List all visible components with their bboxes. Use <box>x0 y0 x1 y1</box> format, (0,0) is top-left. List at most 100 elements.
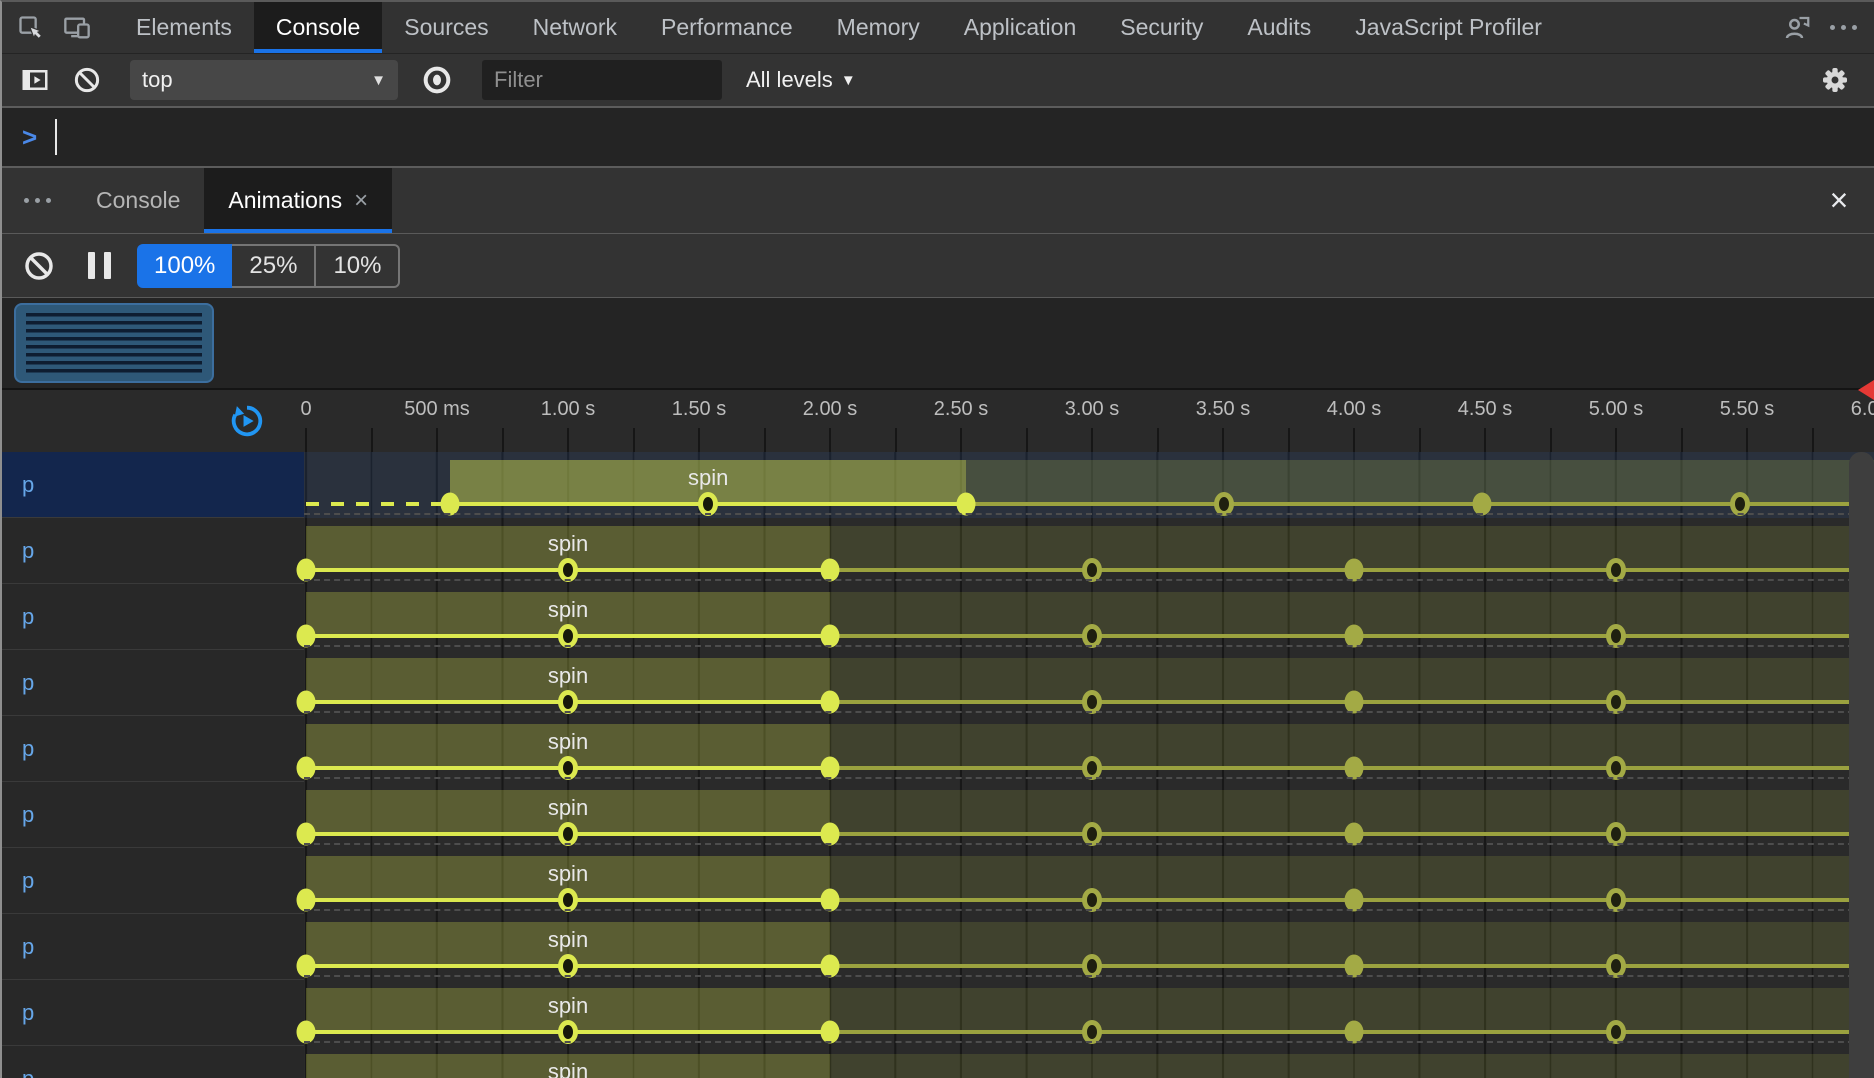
console-sidebar-toggle-icon[interactable] <box>12 65 58 95</box>
animation-row[interactable]: p spin <box>2 716 1874 782</box>
animation-row[interactable]: p spin <box>2 782 1874 848</box>
row-separator <box>304 711 1874 713</box>
tab-security[interactable]: Security <box>1098 2 1225 53</box>
row-separator <box>304 975 1874 977</box>
row-separator <box>304 777 1874 779</box>
playback-rate-100-[interactable]: 100% <box>137 244 232 288</box>
pause-all-animations-button[interactable] <box>88 252 111 279</box>
animation-name: spin <box>548 993 588 1019</box>
ruler-label: 3.50 s <box>1196 398 1250 421</box>
tab-elements[interactable]: Elements <box>114 2 254 53</box>
animation-track[interactable]: spin <box>304 848 1874 914</box>
levels-label: All levels <box>746 67 833 93</box>
tab-label: Network <box>533 14 617 41</box>
live-expression-eye-icon[interactable] <box>414 64 460 96</box>
animation-row[interactable]: p spin <box>2 980 1874 1046</box>
animation-row[interactable]: p spin <box>2 848 1874 914</box>
animation-track[interactable]: spin <box>304 650 1874 716</box>
drawer-tabs: Console Animations × <box>72 168 392 233</box>
animation-track[interactable]: spin <box>304 452 1874 518</box>
animation-node-label[interactable]: p <box>2 650 304 716</box>
drawer-tab-animations[interactable]: Animations × <box>204 168 392 233</box>
animation-group-preview[interactable] <box>14 303 214 383</box>
animation-name: spin <box>548 729 588 755</box>
row-separator <box>304 909 1874 911</box>
node-name: p <box>22 934 34 960</box>
animation-track[interactable]: spin <box>304 716 1874 782</box>
tab-performance[interactable]: Performance <box>639 2 815 53</box>
animation-node-label[interactable]: p <box>2 914 304 980</box>
drawer-more-tabs-icon[interactable] <box>2 168 72 233</box>
animation-node-label[interactable]: p <box>2 1046 304 1078</box>
row-separator <box>304 1041 1874 1043</box>
more-options-icon[interactable] <box>1820 2 1866 53</box>
animation-row[interactable]: p spin <box>2 1046 1874 1078</box>
animation-track[interactable]: spin <box>304 980 1874 1046</box>
ruler-label: 2.50 s <box>934 398 988 421</box>
vertical-scrollbar[interactable] <box>1849 452 1874 1078</box>
ruler-label: 1.50 s <box>672 398 726 421</box>
node-name: p <box>22 868 34 894</box>
animation-row[interactable]: pspin <box>2 518 1874 584</box>
animation-node-label[interactable]: p <box>2 452 304 518</box>
clear-console-icon[interactable] <box>64 65 110 95</box>
tab-memory[interactable]: Memory <box>815 2 942 53</box>
timeline-ruler[interactable]: 0500 ms1.00 s1.50 s2.00 s2.50 s3.00 s3.5… <box>2 390 1874 452</box>
animation-row[interactable]: p spin <box>2 452 1874 518</box>
iteration-fade-bar[interactable] <box>830 1054 1874 1078</box>
animation-row[interactable]: pspin <box>2 650 1874 716</box>
ruler-tick <box>1026 428 1028 452</box>
scrubber-marker[interactable] <box>1858 380 1874 400</box>
console-prompt[interactable]: > <box>2 108 1874 168</box>
user-icon[interactable] <box>1774 2 1820 53</box>
tab-network[interactable]: Network <box>511 2 639 53</box>
drawer-tab-bar: Console Animations × × <box>2 168 1874 234</box>
filter-input[interactable] <box>482 60 722 100</box>
playback-rate-25-[interactable]: 25% <box>232 244 316 288</box>
tab-sources[interactable]: Sources <box>382 2 510 53</box>
close-tab-icon[interactable]: × <box>354 187 368 215</box>
tab-console[interactable]: Console <box>254 2 382 53</box>
animation-track[interactable]: spin <box>304 782 1874 848</box>
animation-node-label[interactable]: p <box>2 980 304 1046</box>
animation-track[interactable]: spin <box>304 584 1874 650</box>
tab-application[interactable]: Application <box>942 2 1099 53</box>
animation-row[interactable]: p spin <box>2 584 1874 650</box>
chevron-down-icon: ▼ <box>371 72 386 89</box>
close-drawer-icon[interactable]: × <box>1804 168 1874 233</box>
drawer-tab-label: Animations <box>228 187 342 214</box>
animation-name: spin <box>548 1059 588 1078</box>
ruler-tick <box>829 428 831 452</box>
node-name: p <box>22 1000 34 1026</box>
node-name: p <box>22 802 34 828</box>
animation-track[interactable]: spin <box>304 914 1874 980</box>
animation-node-label[interactable]: p <box>2 848 304 914</box>
ruler-tick <box>1746 428 1748 452</box>
device-toolbar-icon[interactable] <box>54 2 100 53</box>
execution-context-selector[interactable]: top ▼ <box>130 60 398 100</box>
settings-gear-icon[interactable] <box>1812 64 1858 96</box>
row-separator <box>304 645 1874 647</box>
tab-audits[interactable]: Audits <box>1225 2 1333 53</box>
animation-track[interactable]: spin <box>304 518 1874 584</box>
prompt-chevron: > <box>22 122 37 153</box>
ruler-tick <box>436 428 438 452</box>
playback-rate-10-[interactable]: 10% <box>316 244 400 288</box>
animations-timeline: 0500 ms1.00 s1.50 s2.00 s2.50 s3.00 s3.5… <box>2 390 1874 1078</box>
animation-node-label[interactable]: p <box>2 716 304 782</box>
ruler-tick <box>1812 428 1814 452</box>
drawer-tab-console[interactable]: Console <box>72 168 204 233</box>
tab-javascript-profiler[interactable]: JavaScript Profiler <box>1333 2 1564 53</box>
animation-node-label[interactable]: p <box>2 518 304 584</box>
animation-track[interactable]: spin <box>304 1046 1874 1078</box>
animation-name: spin <box>688 465 728 491</box>
replay-icon[interactable] <box>228 402 266 440</box>
animation-node-label[interactable]: p <box>2 782 304 848</box>
log-levels-dropdown[interactable]: All levels ▼ <box>746 67 856 93</box>
animation-node-label[interactable]: p <box>2 584 304 650</box>
animation-name: spin <box>548 597 588 623</box>
animation-rows: pspinpspinpspinpspinpspinpspinpspinpspin… <box>2 452 1874 1078</box>
inspect-element-icon[interactable] <box>8 2 54 53</box>
animation-row[interactable]: p spin <box>2 914 1874 980</box>
clear-animations-icon[interactable] <box>16 250 62 282</box>
